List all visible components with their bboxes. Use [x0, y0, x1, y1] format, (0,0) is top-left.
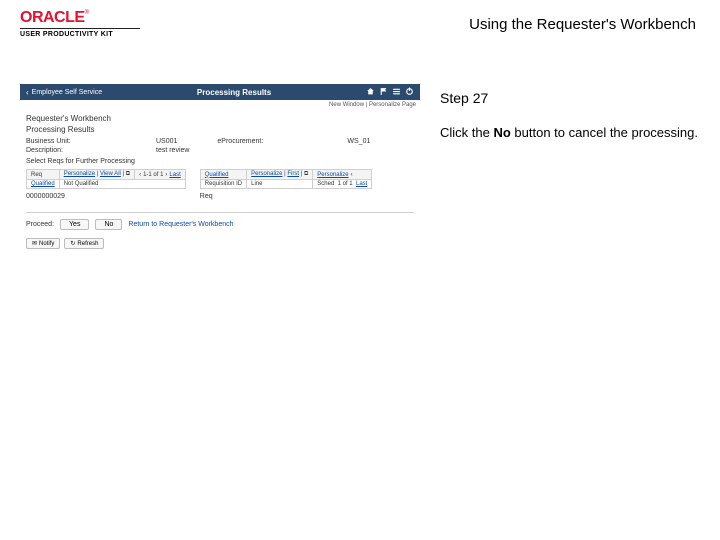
link-last[interactable]: Last [169, 172, 180, 178]
home-icon[interactable] [366, 87, 375, 98]
grid1-rowid: 0000000029 [26, 193, 186, 200]
grid1-th-controls: Personalize | View All | ⧉ [59, 170, 134, 180]
kv-label: Description: [26, 147, 116, 154]
notify-label: Notify [39, 241, 54, 247]
yes-button[interactable]: Yes [60, 219, 89, 230]
brand-block: ORACLE® USER PRODUCTIVITY KIT [20, 10, 140, 38]
grid2-table: Qualified Personalize | First | ⧉ Person… [200, 169, 373, 189]
proceed-label: Proceed: [26, 221, 54, 228]
grid1-table: Req Personalize | View All | ⧉ ‹ 1-1 of … [26, 169, 186, 189]
grid2-budget: Req [200, 193, 373, 200]
select-reqs-label: Select Reqs for Further Processing [26, 158, 414, 165]
link-personalize[interactable]: Personalize [64, 171, 95, 177]
menu-icon[interactable] [392, 87, 401, 98]
footer-buttons: ✉Notify ↻Refresh [26, 238, 414, 249]
main: ‹ Employee Self Service Processing Resul… [0, 44, 720, 253]
grid1-row: Qualified Not Qualified [27, 180, 186, 189]
app-body: Requester's Workbench Processing Results… [20, 110, 420, 253]
step-text-suffix: button to cancel the processing. [511, 125, 698, 140]
link-personalize[interactable]: Personalize [251, 171, 282, 177]
app-top-bar: ‹ Employee Self Service Processing Resul… [20, 84, 420, 100]
grid1-cell-notqual: Not Qualified [59, 180, 185, 189]
grid2-cell-a: Requisition ID [200, 180, 246, 189]
link-new-window[interactable]: New Window [329, 102, 364, 108]
refresh-label: Refresh [77, 241, 98, 247]
oracle-logo: ORACLE® [20, 10, 140, 26]
grid1: Req Personalize | View All | ⧉ ‹ 1-1 of … [26, 167, 186, 206]
kv-row-0: Business Unit: US001 eProcurement: WS_01 [26, 138, 414, 145]
grid2-th-qualified: Qualified [200, 170, 246, 180]
proceed-row: Proceed: Yes No Return to Requester's Wo… [26, 219, 414, 230]
link-personalize-page[interactable]: Personalize Page [364, 102, 416, 108]
grid1-cell-qualified[interactable]: Qualified [27, 180, 60, 189]
app-screenshot: ‹ Employee Self Service Processing Resul… [20, 84, 420, 253]
page-title: Using the Requester's Workbench [469, 10, 700, 33]
link-view-all[interactable]: View All [100, 171, 121, 177]
refresh-icon: ↻ [70, 240, 75, 247]
kv-value: US001 [156, 138, 177, 145]
chevron-right-icon[interactable]: › [165, 172, 167, 178]
kv-row-1: Description: test review [26, 147, 414, 154]
grid2-th-nav: Personalize ‹ [313, 170, 372, 180]
app-subheader: Processing Results [26, 125, 414, 134]
kv-value: WS_01 [347, 138, 370, 145]
kv-value: test review [156, 147, 189, 154]
app-sublinks: New WindowPersonalize Page [20, 100, 420, 110]
link-first[interactable]: First [287, 171, 299, 177]
flag-icon[interactable] [379, 87, 388, 98]
grid2-th-personalize: Personalize | First | ⧉ [247, 170, 313, 180]
oracle-wordmark: ORACLE [20, 9, 85, 26]
upk-label: USER PRODUCTIVITY KIT [20, 31, 140, 38]
mail-icon: ✉ [32, 240, 37, 247]
grid2-header-row: Qualified Personalize | First | ⧉ Person… [200, 170, 372, 180]
divider [26, 212, 414, 213]
link-last[interactable]: Last [356, 181, 367, 187]
refresh-button[interactable]: ↻Refresh [64, 238, 104, 249]
grid2-nav: Personalize ‹ [317, 172, 352, 178]
app-bar-left: ‹ Employee Self Service [26, 88, 102, 97]
grid1-nav-text: 1-1 of 1 [143, 172, 163, 178]
grid2: Qualified Personalize | First | ⧉ Person… [200, 167, 373, 206]
app-breadcrumb: Requester's Workbench [26, 114, 414, 123]
screenshot-panel: ‹ Employee Self Service Processing Resul… [20, 84, 420, 253]
no-button[interactable]: No [95, 219, 122, 230]
app-back-label[interactable]: Employee Self Service [32, 89, 102, 96]
link-personalize[interactable]: Personalize [317, 172, 348, 178]
app-bar-title: Processing Results [102, 88, 366, 97]
step-panel: Step 27 Click the No button to cancel th… [440, 84, 700, 253]
grid1-th-req: Req [27, 170, 60, 180]
grid1-th-nav: ‹ 1-1 of 1 › Last [135, 170, 186, 180]
grid1-nav: ‹ 1-1 of 1 › Last [139, 172, 181, 178]
signout-icon[interactable] [405, 87, 414, 98]
kv-label: Business Unit: [26, 138, 116, 145]
grid2-cell-b: Line [247, 180, 313, 189]
step-text: Click the No button to cancel the proces… [440, 124, 700, 142]
chevron-left-icon[interactable]: ‹ [26, 88, 29, 97]
step-button-name: No [493, 125, 510, 140]
return-link[interactable]: Return to Requester's Workbench [128, 221, 233, 228]
trademark-symbol: ® [85, 10, 89, 16]
zoom-icon[interactable]: ⧉ [126, 171, 130, 177]
grid2-cell-c: Sched 1 of 1 Last [313, 180, 372, 189]
logo-divider [20, 28, 140, 29]
step-text-prefix: Click the [440, 125, 493, 140]
grid-wrap: Req Personalize | View All | ⧉ ‹ 1-1 of … [26, 167, 414, 206]
notify-button[interactable]: ✉Notify [26, 238, 60, 249]
grid2-sched: Sched [317, 181, 334, 187]
app-bar-right [366, 87, 414, 98]
grid1-header-row: Req Personalize | View All | ⧉ ‹ 1-1 of … [27, 170, 186, 180]
grid2-row: Requisition ID Line Sched 1 of 1 Last [200, 180, 372, 189]
step-title: Step 27 [440, 90, 700, 106]
chevron-left-icon[interactable]: ‹ [139, 172, 141, 178]
grid2-nav-text: 1 of 1 [338, 181, 353, 187]
kv-label: eProcurement: [217, 138, 307, 145]
page-header: ORACLE® USER PRODUCTIVITY KIT Using the … [0, 0, 720, 44]
chevron-left-icon[interactable]: ‹ [351, 172, 353, 178]
zoom-icon[interactable]: ⧉ [304, 171, 308, 177]
